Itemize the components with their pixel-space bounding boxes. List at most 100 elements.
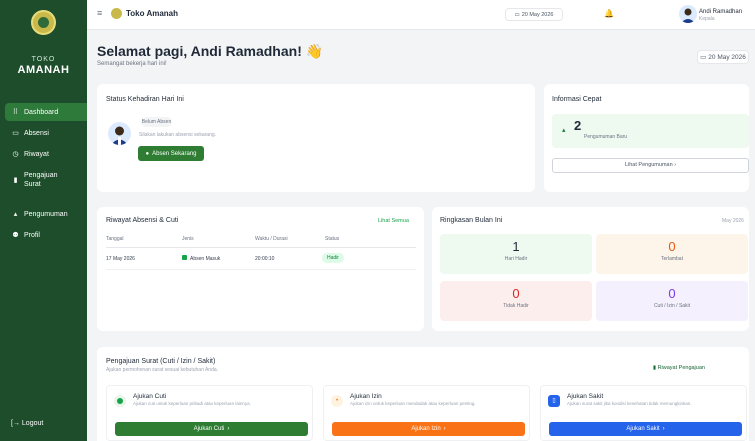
absen-now-label: Absen Sekarang — [152, 150, 197, 157]
quick-info-title: Informasi Cepat — [552, 96, 602, 103]
chevron-right-icon: › — [227, 426, 230, 432]
summary-month: May 2026 — [722, 218, 744, 224]
stat-value: 0 — [668, 239, 676, 254]
row-date: 17 May 2026 — [106, 256, 135, 262]
app-title: Toko Amanah — [126, 9, 179, 18]
request-sakit-box: ▯ Ajukan Sakit Ajukan surat sakit jika k… — [540, 385, 747, 441]
request-history-label: Riwayat Pengajuan — [657, 365, 705, 371]
see-all-link[interactable]: Lihat Semua — [378, 218, 409, 224]
ajukan-sakit-button[interactable]: Ajukan Sakit › — [549, 422, 742, 436]
sidebar-item-profil[interactable]: ⚉ Profil — [5, 226, 87, 244]
request-izin-title: Ajukan Izin — [350, 393, 382, 400]
logout-label: Logout — [21, 420, 44, 427]
sidebar-item-label: Dashboard — [24, 108, 59, 116]
requests-card: Pengajuan Surat (Cuti / Izin / Sakit) Aj… — [97, 347, 749, 441]
calendar-icon: ▭ — [514, 11, 520, 18]
col-header-type: Jenis — [182, 236, 194, 242]
stat-value: 0 — [512, 286, 520, 301]
logout-icon: [→ — [11, 420, 20, 427]
chevron-right-icon: › — [662, 426, 665, 432]
clock-icon: ● — [145, 150, 150, 157]
sidebar-item-pengumuman[interactable]: ▴ Pengumuman — [5, 205, 87, 223]
summary-title: Ringkasan Bulan Ini — [440, 217, 503, 224]
sidebar-item-label: Profil — [24, 231, 40, 239]
sidebar-item-label: Absensi — [24, 129, 49, 137]
row-type: Absen Masuk — [190, 256, 221, 262]
row-time: 20:00:10 — [255, 256, 275, 262]
leave-icon — [114, 395, 126, 407]
summary-card: Ringkasan Bulan Ini May 2026 1 Hari Hadi… — [432, 207, 749, 331]
type-marker-icon — [182, 255, 187, 260]
ajukan-sakit-label: Ajukan Sakit — [626, 426, 660, 432]
sidebar-item-dashboard[interactable]: ⠿ Dashboard — [5, 103, 87, 121]
grid-icon: ⠿ — [12, 109, 19, 116]
see-announcements-button[interactable]: Lihat Pengumuman › — [552, 158, 749, 173]
history-title: Riwayat Absensi & Cuti — [106, 217, 179, 224]
calendar-icon: ▭ — [700, 54, 707, 61]
request-history-link[interactable]: ▮ Riwayat Pengajuan — [653, 365, 705, 371]
request-izin-box: • Ajukan Izin Ajukan izin untuk keperlua… — [323, 385, 530, 441]
attendance-title: Status Kehadiran Hari Ini — [106, 96, 184, 103]
document-icon: ▮ — [13, 176, 18, 184]
requests-title: Pengajuan Surat (Cuti / Izin / Sakit) — [106, 358, 216, 365]
avatar — [108, 122, 131, 145]
date-pill[interactable]: ▭ 20 May 2026 — [505, 8, 563, 21]
user-name: Andi Ramadhan — [699, 9, 743, 15]
user-role: Kepala — [699, 16, 715, 22]
store-logo-small — [111, 8, 122, 19]
quick-info-card: Informasi Cepat ▴ 2 Pengumuman Baru Liha… — [544, 84, 749, 192]
announcement-count: 2 — [574, 118, 582, 133]
col-header-time: Waktu / Durasi — [255, 236, 288, 242]
chevron-right-icon: › — [674, 162, 677, 168]
sidebar-item-label: Pengumuman — [24, 210, 68, 218]
sidebar: TOKO AMANAH ⠿ Dashboard ▭ Absensi ◷ Riwayat… — [0, 0, 87, 441]
requests-subtitle: Ajukan permohonan surat sesuai kebutuhan… — [106, 367, 219, 373]
stat-label: Cuti / Izin / Sakit — [653, 303, 691, 309]
date-text: 20 May 2026 — [521, 11, 554, 18]
ajukan-izin-label: Ajukan Izin — [411, 426, 441, 432]
stat-label: Hari Hadir — [504, 256, 528, 262]
request-izin-desc: Ajukan izin untuk keperluan mendadak ata… — [350, 401, 476, 406]
stat-present: 1 Hari Hadir — [440, 234, 592, 274]
calendar-icon: ▭ — [12, 130, 19, 137]
stat-label: Tidak Hadir — [503, 303, 529, 309]
sidebar-item-absensi[interactable]: ▭ Absensi — [5, 124, 87, 142]
page-subtitle: Semangat bekerja hari ini! — [97, 61, 167, 67]
stat-label: Terlambat — [661, 256, 683, 262]
logout-button[interactable]: [→ Logout — [11, 420, 43, 427]
col-header-status: Status — [325, 236, 340, 242]
request-cuti-title: Ajukan Cuti — [133, 393, 167, 400]
absen-now-button[interactable]: ● Absen Sekarang — [138, 146, 204, 161]
see-announcements-label: Lihat Pengumuman — [624, 162, 673, 168]
stat-late: 0 Terlambat — [596, 234, 748, 274]
stat-leave: 0 Cuti / Izin / Sakit — [596, 281, 748, 321]
announcement-label: Pengumuman Baru — [584, 134, 628, 140]
megaphone-icon: ▴ — [562, 127, 566, 134]
bell-icon[interactable]: 🔔 — [604, 9, 614, 18]
request-cuti-box: Ajukan Cuti Ajukan cuti untuk keperluan … — [106, 385, 313, 441]
sidebar-item-riwayat[interactable]: ◷ Riwayat — [5, 145, 87, 163]
clock-icon: ◷ — [12, 151, 19, 158]
medical-document-icon: ▯ — [548, 395, 560, 407]
stat-value: 0 — [668, 286, 676, 301]
brand-line1: TOKO — [31, 56, 56, 63]
ajukan-izin-button[interactable]: Ajukan Izin › — [332, 422, 525, 436]
request-cuti-desc: Ajukan cuti untuk keperluan pribadi atau… — [133, 401, 251, 406]
sidebar-item-label: Riwayat — [24, 150, 49, 158]
info-icon: • — [331, 395, 343, 407]
request-sakit-desc: Ajukan surat sakit jika kondisi kesehata… — [567, 401, 692, 406]
avatar[interactable] — [679, 5, 697, 23]
menu-icon[interactable]: ≡ — [97, 8, 102, 18]
divider — [106, 247, 416, 248]
stat-value: 1 — [512, 239, 520, 254]
divider — [106, 269, 416, 270]
announcement-box: ▴ 2 Pengumuman Baru — [552, 114, 749, 148]
sidebar-item-pengajuan-surat[interactable]: ▮ Pengajuan Surat — [5, 167, 87, 193]
ajukan-cuti-button[interactable]: Ajukan Cuti › — [115, 422, 308, 436]
user-icon: ⚉ — [12, 232, 19, 239]
history-card: Riwayat Absensi & Cuti Lihat Semua Tangg… — [97, 207, 424, 331]
date-badge-text: 20 May 2026 — [708, 53, 746, 61]
ajukan-cuti-label: Ajukan Cuti — [193, 426, 225, 432]
attendance-card: Status Kehadiran Hari Ini Belum Absen Si… — [97, 84, 535, 192]
status-badge: Belum Absen — [141, 117, 172, 127]
